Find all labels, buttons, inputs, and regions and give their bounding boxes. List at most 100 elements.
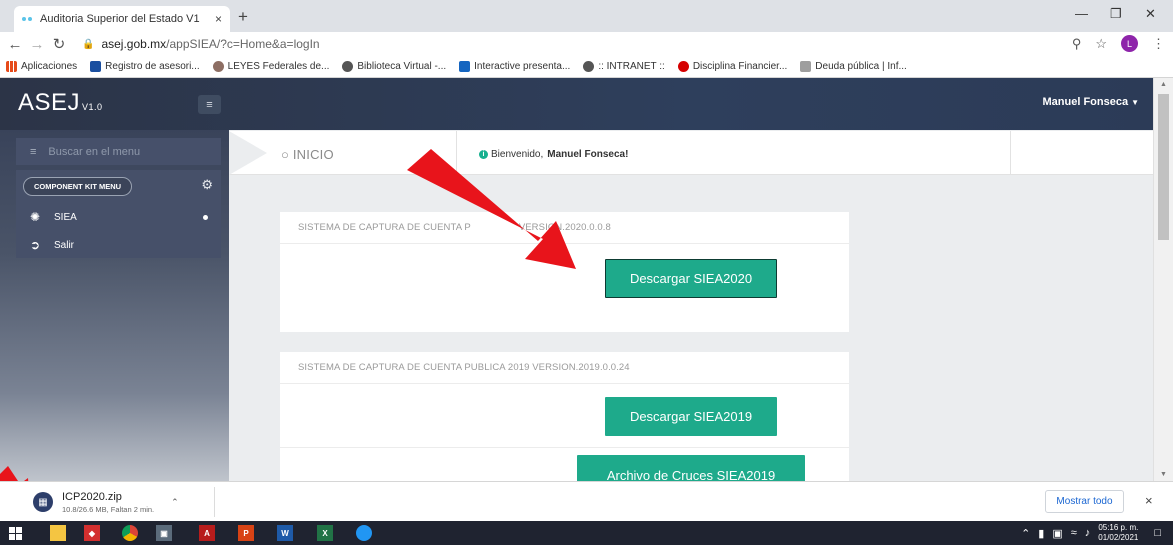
menu-toggle-button[interactable]: ≡: [198, 95, 221, 114]
excel-icon[interactable]: X: [317, 525, 333, 541]
bookmark-item[interactable]: LEYES Federales de...: [212, 61, 329, 72]
more-menu-icon[interactable]: ⋮: [1152, 36, 1165, 52]
minimize-icon[interactable]: —: [1075, 6, 1088, 21]
chevron-up-icon[interactable]: ⌃: [171, 497, 179, 508]
bookmark-item[interactable]: Biblioteca Virtual -...: [342, 61, 446, 72]
user-menu[interactable]: Manuel Fonseca ▼: [1043, 96, 1140, 108]
system-tray: ⌃ ▮ ▣ ≈ ♪ 05:16 p. m. 01/02/2021 □: [1021, 521, 1173, 545]
app-viewport: ASEJ V1.0 ≡ Manuel Fonseca ▼ ≡ Buscar en e…: [0, 78, 1153, 481]
lock-icon: 🔒: [82, 38, 95, 50]
hamburger-icon: ≡: [206, 98, 213, 111]
profile-avatar[interactable]: L: [1121, 35, 1138, 52]
wifi-icon[interactable]: ≈: [1071, 527, 1077, 539]
menu-search-input[interactable]: ≡ Buscar en el menu: [16, 138, 221, 165]
restore-icon[interactable]: ❐: [1110, 6, 1122, 22]
volume-icon[interactable]: ♪: [1085, 527, 1091, 539]
sidebar-item-salir[interactable]: ➲ Salir: [30, 238, 74, 252]
sheet-icon: [90, 61, 102, 72]
globe-icon: [583, 61, 595, 72]
download-status: 10.8/26.6 MB, Faltan 2 min.: [62, 504, 155, 514]
top-navbar: ASEJ V1.0 ≡ Manuel Fonseca ▼: [0, 78, 1153, 130]
sidebar-menu: COMPONENT KIT MENU ⚙ ✺ SIEA ➲ Salir: [16, 170, 221, 258]
panel-siea2019: SISTEMA DE CAPTURA DE CUENTA PUBLICA 201…: [280, 352, 849, 481]
file-explorer-icon[interactable]: [50, 525, 66, 541]
chevron-up-icon[interactable]: ⌃: [1021, 527, 1030, 540]
show-all-button[interactable]: Mostrar todo: [1045, 490, 1124, 513]
download-bar: ▦ ICP2020.zip 10.8/26.6 MB, Faltan 2 min…: [0, 481, 1173, 521]
bookmark-item[interactable]: Interactive presenta...: [459, 61, 570, 72]
page-scrollbar[interactable]: ▲ ▼: [1153, 78, 1173, 481]
breadcrumb-inicio[interactable]: ○ INICIO: [281, 147, 334, 162]
battery-icon[interactable]: ▮: [1038, 527, 1044, 540]
scroll-down-icon[interactable]: ▼: [1160, 471, 1167, 478]
download-item[interactable]: ▦ ICP2020.zip 10.8/26.6 MB, Faltan 2 min…: [33, 487, 215, 517]
browser-tab[interactable]: Auditoria Superior del Estado V1 ×: [14, 6, 230, 32]
bookmark-item[interactable]: Aplicaciones: [6, 61, 77, 72]
sidebar: ≡ Buscar en el menu COMPONENT KIT MENU ⚙…: [0, 130, 229, 481]
download-filename: ICP2020.zip: [62, 490, 122, 503]
main-content: ○ INICIO i Bienvenido, Manuel Fonseca! S…: [229, 130, 1153, 481]
cruces-siea2019-button[interactable]: Archivo de Cruces SIEA2019: [577, 455, 805, 481]
bookmarks-bar: Aplicaciones Registro de asesori... LEYE…: [0, 56, 1173, 78]
key-icon[interactable]: ⚲: [1072, 36, 1082, 52]
gear-icon[interactable]: ⚙: [201, 177, 213, 193]
app-sat-icon[interactable]: ▣: [156, 525, 172, 541]
page-header: ○ INICIO i Bienvenido, Manuel Fonseca!: [229, 131, 1153, 175]
star-icon[interactable]: ☆: [1095, 36, 1107, 52]
browser-tab-bar: Auditoria Superior del Estado V1 × + — ❐…: [0, 0, 1173, 32]
url-field[interactable]: 🔒 asej.gob.mx /appSIEA/?c=Home&a=logIn: [82, 37, 320, 51]
forward-arrow-icon[interactable]: →: [26, 36, 48, 53]
bookmark-item[interactable]: Registro de asesori...: [90, 61, 200, 72]
tab-close-icon[interactable]: ×: [215, 12, 222, 26]
chrome-icon[interactable]: [122, 525, 138, 541]
spinner-icon: ✺: [30, 210, 41, 224]
component-kit-menu-button[interactable]: COMPONENT KIT MENU: [23, 177, 133, 196]
globe-icon: [342, 61, 354, 72]
active-dot: [203, 215, 208, 220]
clock[interactable]: 05:16 p. m. 01/02/2021: [1098, 523, 1138, 543]
apps-grid-icon: [6, 61, 17, 72]
new-tab-icon[interactable]: +: [238, 7, 248, 27]
close-download-bar-icon[interactable]: ×: [1145, 493, 1153, 508]
tab-title: Auditoria Superior del Estado V1: [40, 13, 200, 25]
download-siea2019-button[interactable]: Descargar SIEA2019: [605, 397, 777, 436]
notifications-icon[interactable]: □: [1154, 527, 1161, 539]
bookmark-item[interactable]: :: INTRANET ::: [583, 61, 665, 72]
word-icon[interactable]: W: [277, 525, 293, 541]
brand-logo[interactable]: ASEJ V1.0: [18, 89, 103, 117]
reload-icon[interactable]: ↻: [48, 35, 70, 53]
app-red-icon[interactable]: ◆: [84, 525, 100, 541]
search-list-icon: ≡: [30, 145, 37, 158]
powerpoint-icon[interactable]: P: [238, 525, 254, 541]
download-siea2020-button[interactable]: Descargar SIEA2020: [605, 259, 777, 298]
welcome-message: i Bienvenido, Manuel Fonseca!: [479, 149, 628, 160]
info-icon: i: [479, 150, 488, 159]
caret-down-icon: ▼: [1131, 98, 1139, 107]
window-close-icon[interactable]: ✕: [1145, 6, 1156, 22]
url-host: asej.gob.mx: [101, 37, 167, 51]
back-arrow-icon[interactable]: ←: [4, 36, 26, 53]
bookmark-item[interactable]: Disciplina Financier...: [677, 61, 787, 72]
divider: [280, 447, 849, 448]
access-icon[interactable]: A: [199, 525, 215, 541]
scrollbar-thumb[interactable]: [1158, 94, 1169, 240]
scroll-up-icon[interactable]: ▲: [1160, 81, 1167, 88]
divider: [1010, 131, 1011, 175]
archive-icon: ▦: [33, 492, 53, 512]
network-icon[interactable]: ▣: [1052, 527, 1062, 540]
app-globe-icon[interactable]: [356, 525, 372, 541]
url-path: /appSIEA/?c=Home&a=logIn: [166, 37, 320, 51]
divider: [456, 131, 457, 175]
bookmark-item[interactable]: Deuda pública | Inf...: [800, 61, 907, 72]
panel-title: SISTEMA DE CAPTURA DE CUENTA P VERSION.2…: [280, 212, 849, 244]
chart-icon: [459, 61, 471, 72]
logout-icon: ➲: [30, 238, 41, 252]
dot-icon: [677, 61, 689, 72]
building-icon: [800, 61, 812, 72]
address-bar: ← → ↻ 🔒 asej.gob.mx /appSIEA/?c=Home&a=l…: [0, 32, 1173, 56]
panel-title: SISTEMA DE CAPTURA DE CUENTA PUBLICA 201…: [280, 352, 849, 384]
windows-start-icon[interactable]: [7, 525, 23, 541]
sidebar-item-siea[interactable]: ✺ SIEA: [30, 210, 77, 224]
circle-icon: ○: [281, 147, 290, 162]
panel-siea2020: SISTEMA DE CAPTURA DE CUENTA P VERSION.2…: [280, 212, 849, 332]
